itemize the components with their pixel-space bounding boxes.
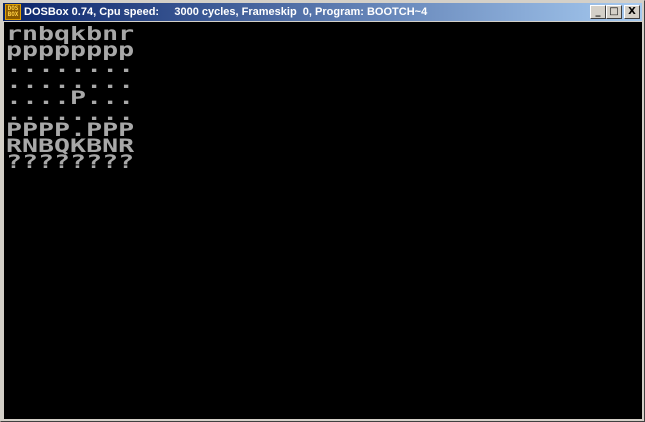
- board-row: ........: [6, 71, 135, 93]
- board-row: ........: [6, 55, 135, 77]
- minimize-button[interactable]: _: [590, 5, 606, 19]
- dosbox-window: DOS BOX DOSBox 0.74, Cpu speed: 3000 cyc…: [0, 0, 645, 422]
- window-title: DOSBox 0.74, Cpu speed: 3000 cycles, Fra…: [24, 6, 428, 18]
- board-row: ....P...: [6, 87, 135, 109]
- icon-text-bottom: BOX: [7, 11, 19, 18]
- dosbox-icon[interactable]: DOS BOX: [5, 4, 21, 20]
- board-row: ........: [6, 103, 135, 125]
- maximize-button[interactable]: □: [606, 5, 622, 19]
- dos-screen[interactable]: rnbqkbnr pppppppp ........ ........ ....…: [4, 22, 642, 419]
- board-row: PPPP.PPP: [6, 119, 135, 141]
- board-row: rnbqkbnr: [6, 23, 135, 45]
- close-button[interactable]: X: [624, 5, 640, 19]
- chess-board: rnbqkbnr pppppppp ........ ........ ....…: [6, 23, 134, 173]
- board-row: pppppppp: [6, 39, 135, 61]
- board-row: RNBQKBNR: [6, 135, 135, 157]
- title-bar[interactable]: DOS BOX DOSBox 0.74, Cpu speed: 3000 cyc…: [3, 3, 642, 21]
- input-prompt-row: ????????: [6, 151, 135, 173]
